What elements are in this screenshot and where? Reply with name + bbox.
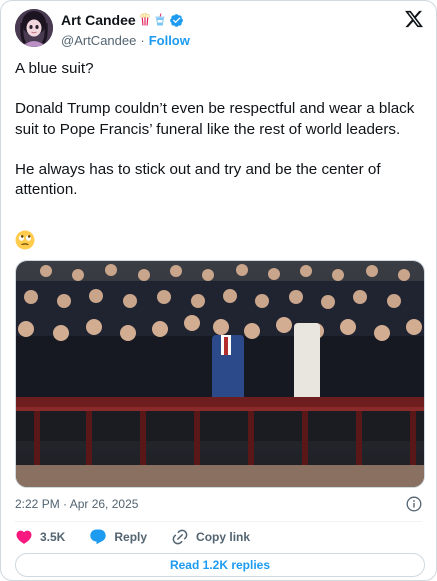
info-icon[interactable]: [406, 496, 422, 512]
drink-cup-icon: [154, 12, 166, 28]
tweet-paragraph: Donald Trump couldn’t even be respectful…: [15, 100, 415, 138]
copy-link-button[interactable]: Copy link: [171, 528, 250, 546]
like-count: 3.5K: [40, 530, 66, 544]
tweet-paragraph: A blue suit?: [15, 60, 94, 77]
avatar[interactable]: [15, 9, 53, 47]
follow-button[interactable]: Follow: [149, 33, 190, 48]
popcorn-icon: [139, 12, 151, 28]
heart-icon: [16, 530, 32, 544]
tweet-body: A blue suit? Donald Trump couldn’t even …: [15, 59, 420, 220]
separator-dot: ·: [140, 32, 145, 48]
author-display-name[interactable]: Art Candee: [61, 12, 136, 28]
copy-link-label: Copy link: [196, 530, 251, 544]
reply-label: Reply: [114, 530, 148, 544]
action-bar: 3.5K Reply Copy link: [15, 527, 274, 547]
link-icon: [172, 529, 188, 545]
read-replies-button[interactable]: Read 1.2K replies: [15, 553, 425, 577]
rolling-eyes-emoji-icon: [15, 230, 35, 250]
tweet-card: Art Candee @ArtCandee · Follow A blue su…: [0, 0, 437, 581]
like-button[interactable]: 3.5K: [15, 528, 65, 546]
author-handle[interactable]: @ArtCandee: [61, 33, 136, 48]
x-logo-icon[interactable]: [404, 9, 424, 29]
reply-bubble-icon: [90, 529, 107, 545]
author-info: Art Candee @ArtCandee · Follow: [61, 11, 190, 48]
tweet-meta: 2:22 PM · Apr 26, 2025: [15, 496, 422, 513]
verified-badge-icon[interactable]: [169, 13, 184, 28]
tweet-timestamp[interactable]: 2:22 PM · Apr 26, 2025: [15, 497, 138, 511]
tweet-photo[interactable]: [15, 260, 425, 488]
tweet-header: Art Candee @ArtCandee · Follow: [15, 9, 424, 49]
reply-button[interactable]: Reply: [89, 528, 147, 546]
divider: [15, 521, 422, 522]
tweet-paragraph: He always has to stick out and try and b…: [15, 160, 381, 199]
